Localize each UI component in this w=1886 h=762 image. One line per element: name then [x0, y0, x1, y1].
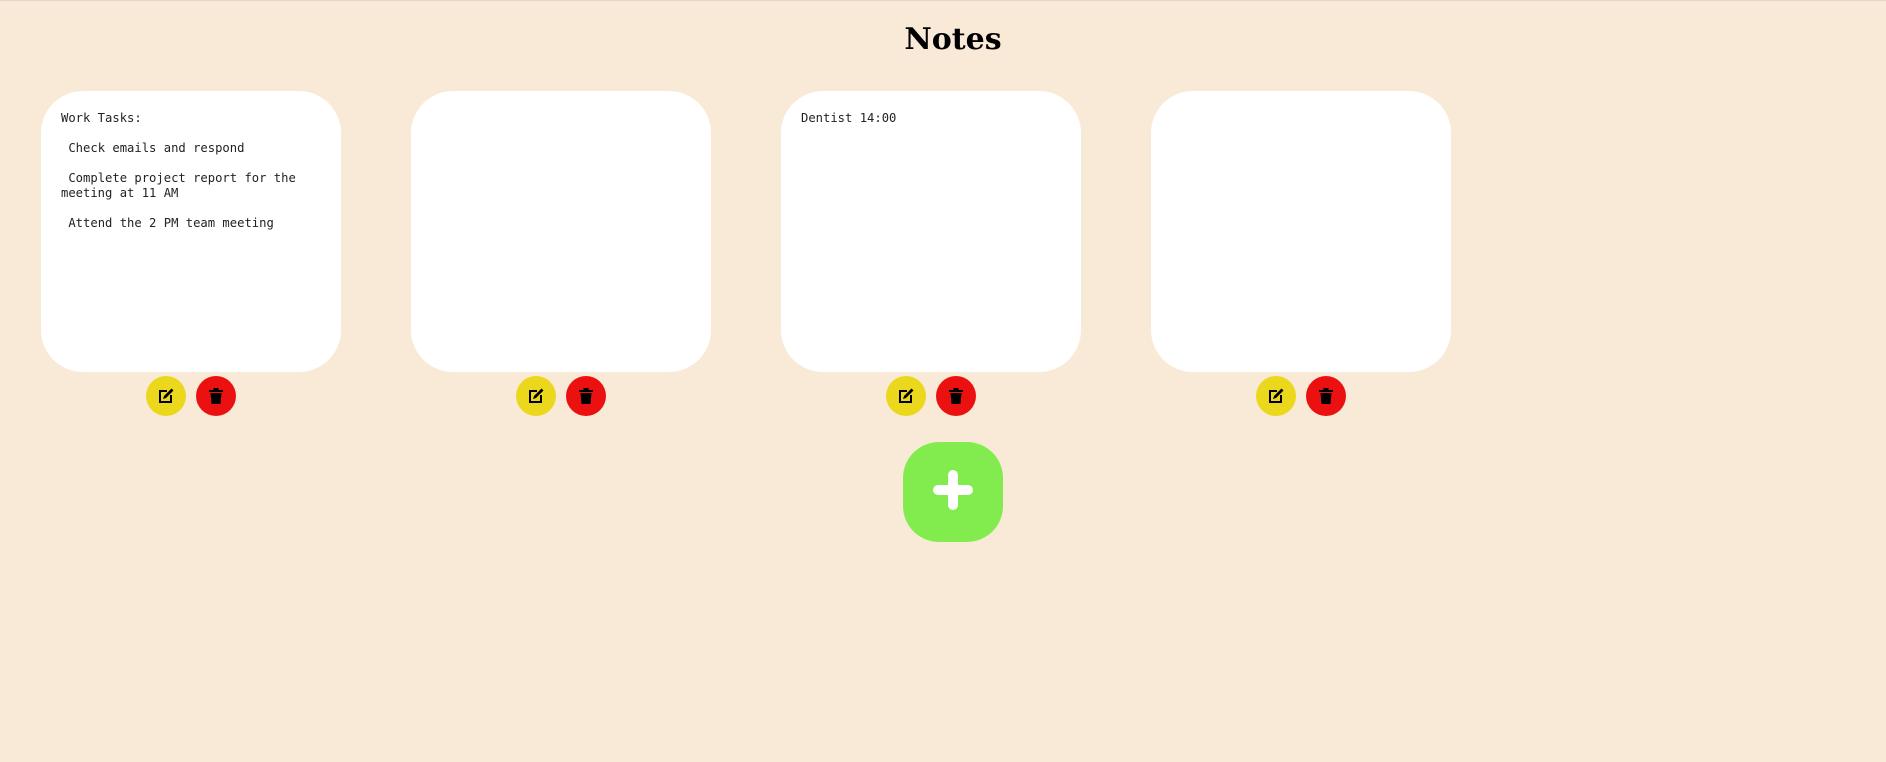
- trash-icon: [949, 388, 963, 404]
- edit-icon: [896, 386, 916, 406]
- edit-note-button[interactable]: [1256, 376, 1296, 416]
- edit-note-button[interactable]: [516, 376, 556, 416]
- note-card: Dentist 14:00: [781, 91, 1081, 416]
- note-content[interactable]: Work Tasks: Check emails and respond Com…: [41, 91, 341, 372]
- note-actions: [146, 376, 236, 416]
- note-card: Work Tasks: Check emails and respond Com…: [41, 91, 341, 416]
- note-actions: [516, 376, 606, 416]
- delete-note-button[interactable]: [936, 376, 976, 416]
- edit-note-button[interactable]: [146, 376, 186, 416]
- note-content[interactable]: [411, 91, 711, 372]
- trash-icon: [209, 388, 223, 404]
- note-card: [411, 91, 711, 416]
- delete-note-button[interactable]: [1306, 376, 1346, 416]
- note-card: [1151, 91, 1451, 416]
- edit-icon: [1266, 386, 1286, 406]
- trash-icon: [1319, 388, 1333, 404]
- edit-icon: [526, 386, 546, 406]
- add-note-button[interactable]: [903, 442, 1003, 542]
- note-content[interactable]: Dentist 14:00: [781, 91, 1081, 372]
- note-actions: [886, 376, 976, 416]
- delete-note-button[interactable]: [196, 376, 236, 416]
- plus-icon: [931, 468, 975, 516]
- trash-icon: [579, 388, 593, 404]
- delete-note-button[interactable]: [566, 376, 606, 416]
- edit-note-button[interactable]: [886, 376, 926, 416]
- note-content[interactable]: [1151, 91, 1451, 372]
- notes-page: Notes Work Tasks: Check emails and respo…: [0, 0, 1886, 762]
- edit-icon: [156, 386, 176, 406]
- note-actions: [1256, 376, 1346, 416]
- page-title: Notes: [904, 22, 1002, 57]
